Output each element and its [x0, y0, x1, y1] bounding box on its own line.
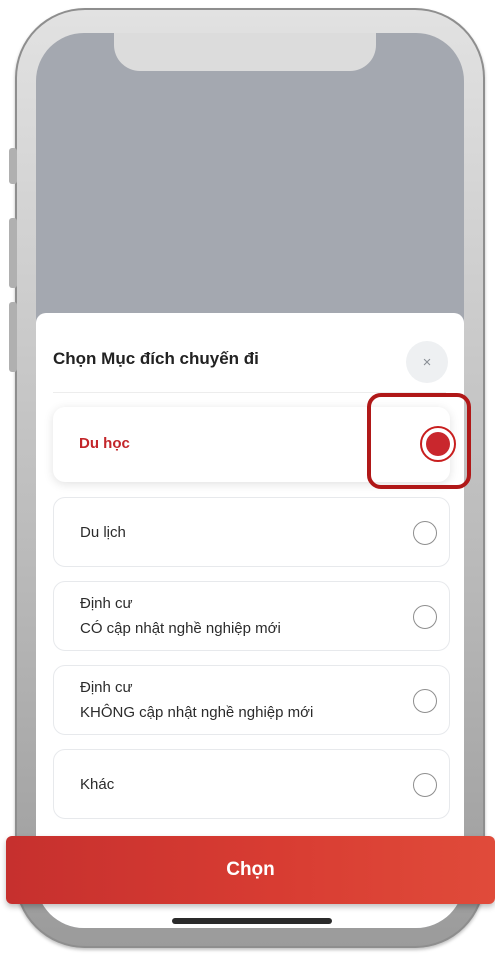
- option-label: Định cư: [80, 679, 133, 696]
- highlight-box: [367, 393, 471, 489]
- option-du-lich[interactable]: Du lịch: [53, 497, 450, 567]
- home-indicator: [172, 918, 332, 924]
- phone-mute-switch: [9, 148, 17, 184]
- choose-button[interactable]: Chọn: [6, 836, 495, 904]
- phone-notch: [114, 33, 376, 71]
- phone-mockup: Chọn Mục đích chuyến đi × Du học Du lịch…: [0, 0, 495, 957]
- option-label: Du lịch: [80, 524, 126, 541]
- phone-volume-down: [9, 302, 17, 372]
- option-sublabel: KHÔNG cập nhật nghề nghiệp mới: [80, 704, 314, 721]
- close-button[interactable]: ×: [406, 341, 448, 383]
- radio-icon[interactable]: [413, 773, 437, 797]
- option-label: Định cư: [80, 595, 133, 612]
- radio-icon[interactable]: [413, 605, 437, 629]
- option-sublabel: CÓ cập nhật nghề nghiệp mới: [80, 620, 281, 637]
- option-label: Khác: [80, 776, 115, 793]
- option-label: Du học: [79, 435, 130, 452]
- close-icon: ×: [422, 353, 432, 371]
- option-dinh-cu-khong[interactable]: Định cư KHÔNG cập nhật nghề nghiệp mới: [53, 665, 450, 735]
- sheet-title: Chọn Mục đích chuyến đi: [53, 349, 259, 368]
- phone-volume-up: [9, 218, 17, 288]
- radio-icon[interactable]: [413, 689, 437, 713]
- option-khac[interactable]: Khác: [53, 749, 450, 819]
- radio-icon[interactable]: [413, 521, 437, 545]
- option-dinh-cu-co[interactable]: Định cư CÓ cập nhật nghề nghiệp mới: [53, 581, 450, 651]
- choose-button-label: Chọn: [226, 859, 275, 880]
